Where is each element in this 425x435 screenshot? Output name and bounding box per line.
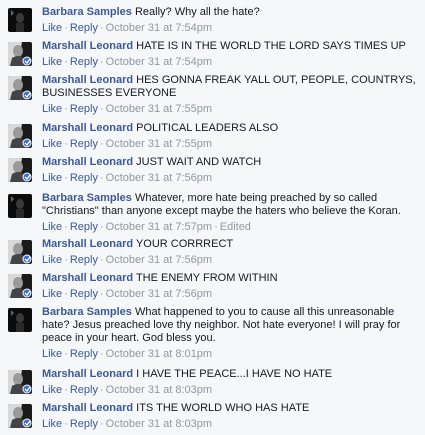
comment-meta: Like · Reply · October 31 at 8:03pm	[42, 418, 213, 430]
comment-text: HATE IS IN THE WORLD THE LORD SAYS TIMES…	[136, 40, 406, 52]
comment-author[interactable]: Marshall Leonard	[42, 74, 133, 86]
profile-photo-with-badge-icon	[8, 274, 32, 298]
avatar-marshall[interactable]	[8, 76, 32, 100]
avatar-barbara[interactable]	[8, 194, 32, 218]
profile-photo-with-badge-icon	[8, 76, 32, 100]
comment-timestamp[interactable]: October 31 at 7:56pm	[106, 288, 212, 300]
reply-link[interactable]: Reply	[70, 56, 98, 68]
like-link[interactable]: Like	[42, 22, 62, 34]
profile-photo-icon	[8, 8, 32, 32]
reply-link[interactable]: Reply	[70, 288, 98, 300]
edited-label[interactable]: Edited	[220, 221, 251, 233]
comment-text: Really? Why all the hate?	[134, 6, 260, 18]
comment-author[interactable]: Marshall Leonard	[42, 368, 133, 380]
avatar-marshall[interactable]	[8, 42, 32, 66]
avatar-barbara[interactable]	[8, 308, 32, 332]
comment-meta: Like · Reply · October 31 at 7:56pm	[42, 288, 213, 300]
reply-link[interactable]: Reply	[70, 138, 98, 150]
avatar-barbara[interactable]	[8, 8, 32, 32]
comment-text: YOUR CORRRECT	[135, 238, 234, 250]
comment-timestamp[interactable]: October 31 at 7:54pm	[106, 22, 212, 34]
like-link[interactable]: Like	[42, 254, 62, 266]
comment-meta: Like · Reply · October 31 at 7:54pm	[42, 22, 213, 34]
avatar-marshall[interactable]	[8, 240, 32, 264]
like-link[interactable]: Like	[42, 138, 62, 150]
comment-text: I HAVE THE PEACE...I HAVE NO HATE	[136, 368, 333, 380]
reply-link[interactable]: Reply	[70, 418, 98, 430]
profile-photo-with-badge-icon	[8, 158, 32, 182]
comment-meta: Like · Reply · October 31 at 8:01pm	[42, 348, 213, 360]
like-link[interactable]: Like	[42, 172, 62, 184]
comment-text: THE ENEMY FROM WITHIN	[135, 272, 278, 284]
comment-meta: Like · Reply · October 31 at 7:55pm	[42, 138, 213, 150]
like-link[interactable]: Like	[42, 103, 62, 115]
like-link[interactable]: Like	[42, 56, 62, 68]
comment-text: ITS THE WORLD WHO HAS HATE	[136, 402, 310, 414]
reply-link[interactable]: Reply	[70, 384, 98, 396]
comment-author[interactable]: Marshall Leonard	[42, 156, 133, 168]
comment-author[interactable]: Marshall Leonard	[42, 402, 133, 414]
comment-author[interactable]: Barbara Samples	[42, 6, 132, 18]
avatar-marshall[interactable]	[8, 370, 32, 394]
comment-text: POLITICAL LEADERS ALSO	[136, 122, 279, 134]
like-link[interactable]: Like	[42, 384, 62, 396]
comment-author[interactable]: Marshall Leonard	[42, 272, 133, 284]
profile-photo-with-badge-icon	[8, 124, 32, 148]
comment-timestamp[interactable]: October 31 at 7:57pm	[106, 221, 212, 233]
comment-meta: Like · Reply · October 31 at 7:56pm	[42, 172, 213, 184]
like-link[interactable]: Like	[42, 221, 62, 233]
comment-meta: Like · Reply · October 31 at 7:55pm	[42, 103, 213, 115]
like-link[interactable]: Like	[42, 418, 62, 430]
reply-link[interactable]: Reply	[70, 348, 98, 360]
comment-timestamp[interactable]: October 31 at 7:54pm	[106, 56, 212, 68]
comment-author[interactable]: Marshall Leonard	[42, 238, 133, 250]
like-link[interactable]: Like	[42, 288, 62, 300]
comment-timestamp[interactable]: October 31 at 7:56pm	[106, 254, 212, 266]
reply-link[interactable]: Reply	[70, 254, 98, 266]
comment-meta: Like · Reply · October 31 at 7:54pm	[42, 56, 213, 68]
profile-photo-with-badge-icon	[8, 404, 32, 428]
comment-text: JUST WAIT AND WATCH	[136, 156, 262, 168]
avatar-marshall[interactable]	[8, 124, 32, 148]
reply-link[interactable]: Reply	[70, 221, 98, 233]
comment-author[interactable]: Barbara Samples	[42, 306, 132, 318]
comment-meta: Like · Reply · October 31 at 8:03pm	[42, 384, 213, 396]
reply-link[interactable]: Reply	[70, 103, 98, 115]
avatar-marshall[interactable]	[8, 274, 32, 298]
comment-meta: Like · Reply · October 31 at 7:56pm	[42, 254, 213, 266]
profile-photo-icon	[8, 308, 32, 332]
avatar-marshall[interactable]	[8, 404, 32, 428]
profile-photo-with-badge-icon	[8, 370, 32, 394]
profile-photo-with-badge-icon	[8, 240, 32, 264]
comment-meta: Like · Reply · October 31 at 7:57pm · Edited	[42, 221, 251, 233]
comment-timestamp[interactable]: October 31 at 8:03pm	[106, 418, 212, 430]
comment-author[interactable]: Marshall Leonard	[42, 40, 133, 52]
comment-author[interactable]: Marshall Leonard	[42, 122, 133, 134]
reply-link[interactable]: Reply	[70, 172, 98, 184]
comment-timestamp[interactable]: October 31 at 8:03pm	[106, 384, 212, 396]
comment-timestamp[interactable]: October 31 at 7:56pm	[106, 172, 212, 184]
profile-photo-icon	[8, 194, 32, 218]
like-link[interactable]: Like	[42, 348, 62, 360]
avatar-marshall[interactable]	[8, 158, 32, 182]
profile-photo-with-badge-icon	[8, 42, 32, 66]
comment-author[interactable]: Barbara Samples	[42, 192, 132, 204]
comment-timestamp[interactable]: October 31 at 8:01pm	[106, 348, 212, 360]
comment-timestamp[interactable]: October 31 at 7:55pm	[106, 103, 212, 115]
comment-timestamp[interactable]: October 31 at 7:55pm	[106, 138, 212, 150]
reply-link[interactable]: Reply	[70, 22, 98, 34]
comment-thread: Barbara Samples Really? Why all the hate…	[0, 0, 425, 435]
